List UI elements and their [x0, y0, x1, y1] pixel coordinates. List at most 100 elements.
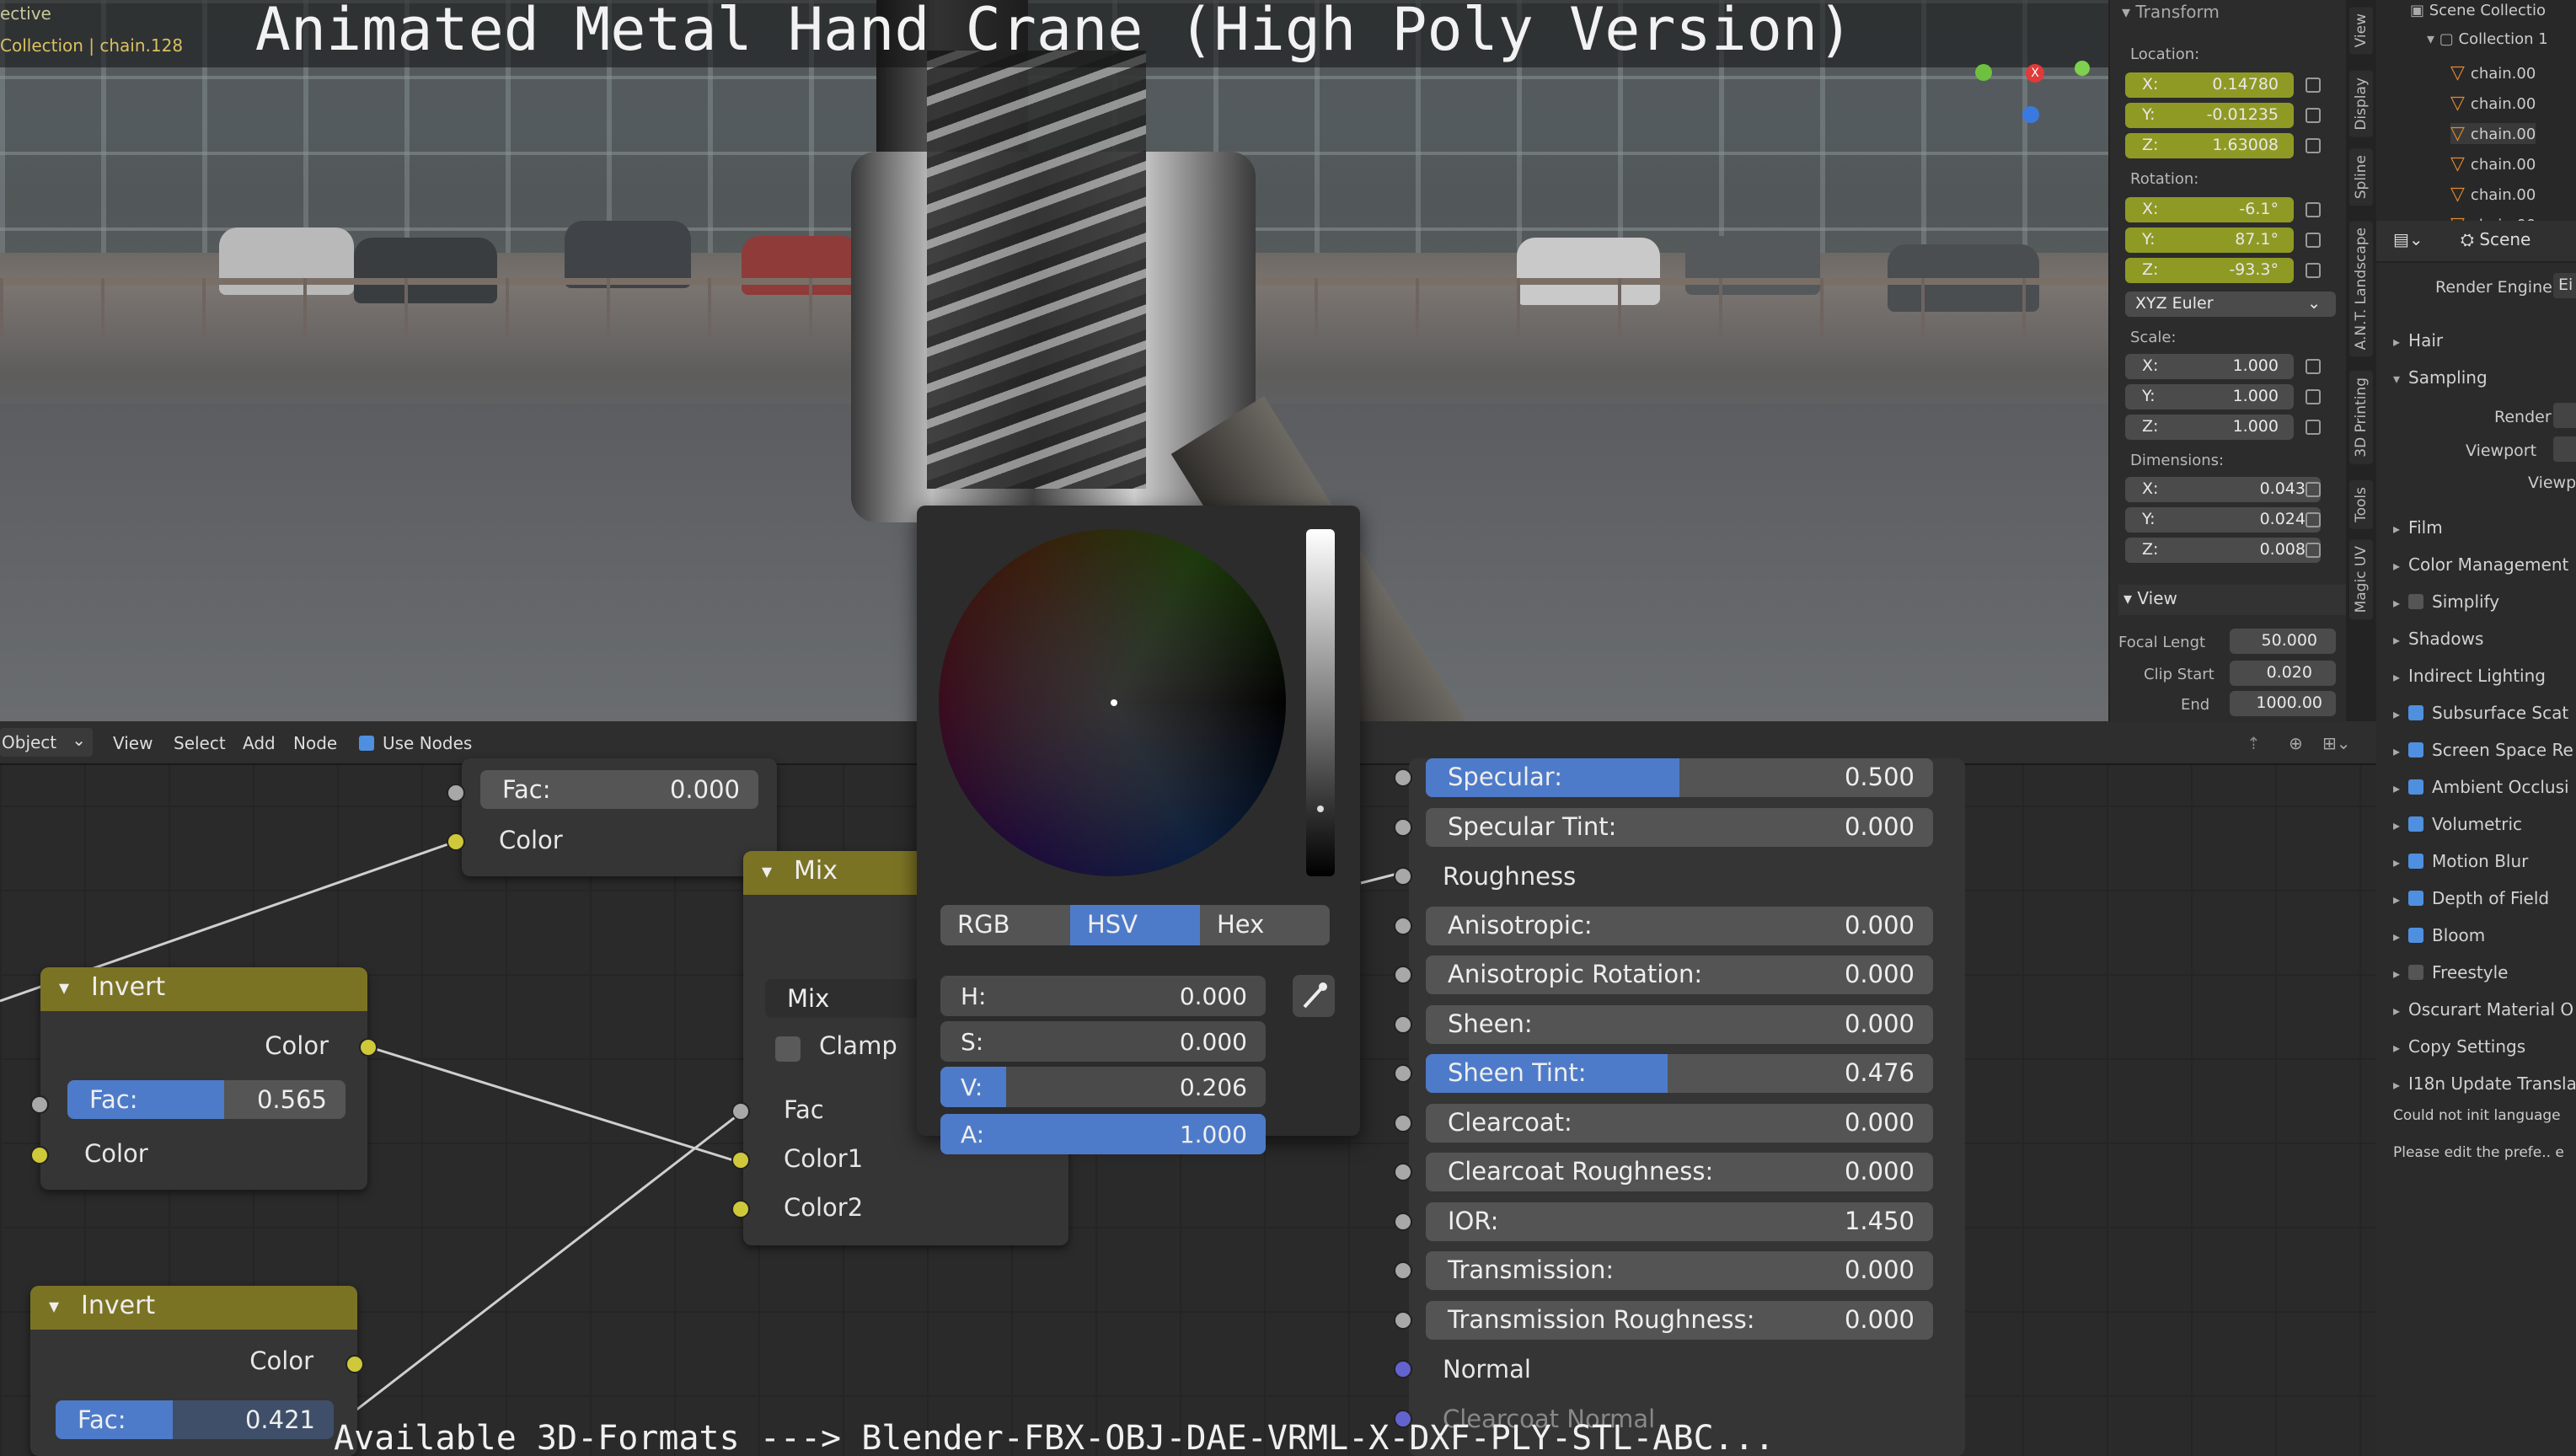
scale-field[interactable]: X: 1.000	[2125, 354, 2294, 379]
ior-field[interactable]: IOR: 1.450	[1426, 1202, 1933, 1241]
render-section-motion-blur[interactable]: ▸ Motion Blur	[2393, 851, 2528, 871]
mix-color1-socket[interactable]	[731, 1151, 750, 1170]
screen-space-re-checkbox[interactable]	[2408, 742, 2424, 757]
fac-color-node[interactable]: Fac: 0.000 Color	[462, 758, 777, 876]
hue-field[interactable]: H: 0.000	[940, 976, 1266, 1016]
anisotropic-socket[interactable]	[1394, 916, 1412, 935]
bloom-checkbox[interactable]	[2408, 928, 2424, 943]
scale-field[interactable]: Y: 1.000	[2125, 384, 2294, 410]
specular-tint-field[interactable]: Specular Tint: 0.000	[1426, 807, 1933, 847]
eyedropper-button[interactable]	[1293, 975, 1335, 1017]
gizmo-x-axis[interactable]: X	[2026, 64, 2044, 83]
render-section-ambient-occlusi[interactable]: ▸ Ambient Occlusi	[2393, 777, 2569, 797]
sampling-viewport-field[interactable]	[2553, 436, 2576, 462]
rotation-lock-icon[interactable]	[2306, 233, 2321, 248]
rotation-field[interactable]: X: -6.1°	[2125, 197, 2294, 222]
value-slider[interactable]	[1306, 529, 1335, 876]
render-section-freestyle[interactable]: ▸ Freestyle	[2393, 962, 2508, 982]
clearcoat-field[interactable]: Clearcoat: 0.000	[1426, 1103, 1933, 1143]
invert-2-color-out-socket[interactable]	[345, 1355, 364, 1373]
clearcoat-roughness-field[interactable]: Clearcoat Roughness: 0.000	[1426, 1153, 1933, 1191]
freestyle-checkbox[interactable]	[2408, 965, 2424, 980]
render-engine-select[interactable]: Ei	[2553, 273, 2576, 298]
render-section-hair[interactable]: ▸ Hair	[2393, 330, 2443, 351]
render-section-film[interactable]: ▸ Film	[2393, 517, 2443, 538]
location-field[interactable]: X: 0.14780	[2125, 72, 2294, 98]
view-section-header[interactable]: ▾ View	[2118, 585, 2346, 615]
value-field[interactable]: V: 0.206	[940, 1067, 1266, 1107]
location-lock-icon[interactable]	[2306, 78, 2321, 93]
anisotropic-field[interactable]: Anisotropic: 0.000	[1426, 906, 1933, 945]
ior-socket[interactable]	[1394, 1212, 1412, 1231]
outliner-item[interactable]: ▽ chain.00	[2450, 93, 2536, 114]
dimensions-lock-icon[interactable]	[2306, 512, 2321, 527]
render-section-oscurart-material-o[interactable]: ▸ Oscurart Material O	[2393, 999, 2573, 1020]
render-section-copy-settings[interactable]: ▸ Copy Settings	[2393, 1036, 2525, 1057]
rotation-field[interactable]: Y: 87.1°	[2125, 228, 2294, 253]
location-field[interactable]: Y: -0.01235	[2125, 103, 2294, 128]
rotation-field[interactable]: Z: -93.3°	[2125, 258, 2294, 283]
mix-fac-socket[interactable]	[731, 1102, 750, 1121]
render-section-depth-of-field[interactable]: ▸ Depth of Field	[2393, 888, 2549, 908]
subsurface-scat-checkbox[interactable]	[2408, 705, 2424, 720]
side-tab-spline[interactable]: Spline	[2349, 148, 2373, 206]
scale-field[interactable]: Z: 1.000	[2125, 415, 2294, 440]
side-tab-view[interactable]: View	[2349, 7, 2373, 55]
transmission-roughness-socket[interactable]	[1394, 1310, 1412, 1330]
clip-end-field[interactable]: 1000.00	[2230, 691, 2336, 716]
render-section-indirect-lighting[interactable]: ▸ Indirect Lighting	[2393, 666, 2546, 686]
depth-of-field-checkbox[interactable]	[2408, 891, 2424, 906]
color-mode-tab-hex[interactable]: Hex	[1200, 905, 1330, 945]
transmission-roughness-field[interactable]: Transmission Roughness: 0.000	[1426, 1300, 1933, 1340]
scene-collection-label[interactable]: ▣ Scene Collectio	[2410, 2, 2546, 19]
rotation-lock-icon[interactable]	[2306, 202, 2321, 217]
top-fac-socket[interactable]	[447, 784, 465, 802]
outliner-item[interactable]: ▽ chain.00	[2450, 62, 2536, 83]
properties-editor-icon[interactable]: ▤⌄	[2393, 229, 2423, 249]
transform-header[interactable]: ▾ Transform	[2122, 2, 2220, 22]
render-section-bloom[interactable]: ▸ Bloom	[2393, 925, 2485, 945]
value-slider-cursor[interactable]	[1317, 806, 1324, 812]
side-tab-3d-printing[interactable]: 3D Printing	[2349, 371, 2373, 464]
ambient-occlusi-checkbox[interactable]	[2408, 779, 2424, 795]
gizmo-y-pos[interactable]	[2075, 61, 2090, 76]
sampling-render-field[interactable]	[2553, 403, 2576, 428]
invert-1-header[interactable]: ▾ Invert	[40, 967, 367, 1011]
side-tab-magic-uv[interactable]: Magic UV	[2349, 539, 2373, 620]
render-section-color-management[interactable]: ▸ Color Management	[2393, 554, 2568, 575]
sheen-field[interactable]: Sheen: 0.000	[1426, 1004, 1933, 1044]
side-tab-a-n-t-landscape[interactable]: A.N.T. Landscape	[2349, 221, 2373, 357]
clip-start-field[interactable]: 0.020	[2230, 661, 2336, 686]
dimensions-field[interactable]: X: 0.043	[2125, 477, 2321, 502]
rotation-lock-icon[interactable]	[2306, 263, 2321, 278]
invert-2-header[interactable]: ▾ Invert	[30, 1286, 357, 1330]
saturation-field[interactable]: S: 0.000	[940, 1021, 1266, 1062]
outliner-item[interactable]: ▽ chain.00	[2450, 153, 2536, 174]
specular-socket[interactable]	[1394, 768, 1412, 787]
normal-socket[interactable]	[1394, 1360, 1412, 1378]
rotation-mode-select[interactable]: XYZ Euler ⌄	[2125, 292, 2336, 317]
dimensions-lock-icon[interactable]	[2306, 543, 2321, 558]
color-wheel-cursor[interactable]	[1111, 699, 1117, 706]
mix-color2-socket[interactable]	[731, 1200, 750, 1218]
clamp-checkbox[interactable]	[775, 1036, 801, 1062]
color-mode-tab-hsv[interactable]: HSV	[1070, 905, 1200, 945]
scale-lock-icon[interactable]	[2306, 420, 2321, 435]
anisotropic-rotation-field[interactable]: Anisotropic Rotation: 0.000	[1426, 956, 1933, 994]
side-tab-display[interactable]: Display	[2349, 71, 2373, 137]
gizmo-y-dot[interactable]	[1975, 64, 1992, 81]
top-fac-field[interactable]: Fac: 0.000	[480, 770, 758, 809]
specular-tint-socket[interactable]	[1394, 817, 1412, 837]
render-section-sampling[interactable]: ▾ Sampling	[2393, 367, 2488, 388]
render-section-screen-space-re[interactable]: ▸ Screen Space Re	[2393, 740, 2573, 760]
sheen-tint-field[interactable]: Sheen Tint: 0.476	[1426, 1054, 1933, 1093]
invert-1-color-in-socket[interactable]	[30, 1146, 49, 1164]
invert-node-1[interactable]: ▾ Invert Color Fac: 0.565 Color	[40, 967, 367, 1190]
sheen-tint-socket[interactable]	[1394, 1064, 1412, 1083]
invert-1-fac-socket[interactable]	[30, 1095, 49, 1114]
scene-tab[interactable]: ⛭ Scene	[2461, 229, 2530, 249]
invert-1-color-out-socket[interactable]	[359, 1038, 378, 1057]
transmission-socket[interactable]	[1394, 1261, 1412, 1280]
location-lock-icon[interactable]	[2306, 108, 2321, 123]
dimensions-field[interactable]: Y: 0.024	[2125, 507, 2321, 533]
